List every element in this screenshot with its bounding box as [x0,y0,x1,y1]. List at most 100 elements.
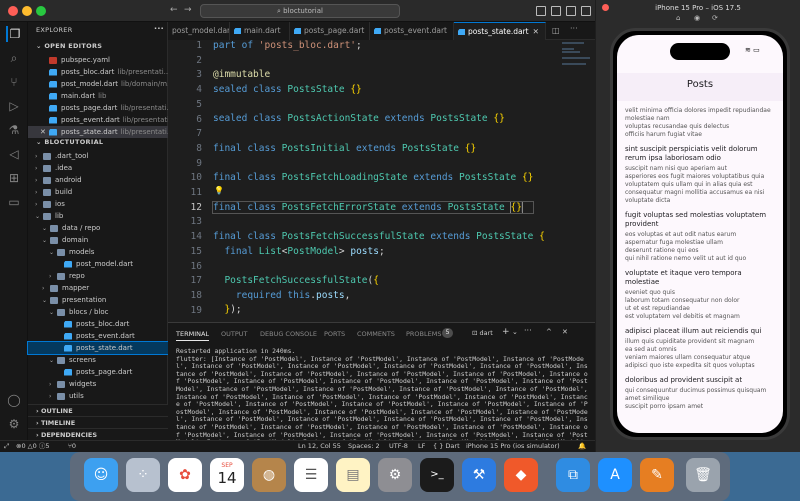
tree-folder[interactable]: › .idea [28,162,168,174]
terminal-icon[interactable]: >_ [420,458,454,492]
app-store-icon[interactable]: A [598,458,632,492]
testing-icon[interactable]: ⚗ [6,122,22,138]
tree-file[interactable]: posts_event.dart [28,330,168,342]
chevron-down-icon[interactable]: ⌄ [512,328,518,336]
tab-comments[interactable]: COMMENTS [357,330,395,338]
open-editors-header[interactable]: ⌄ OPEN EDITORS [36,42,102,50]
open-editor-item[interactable]: posts_bloc.dart lib/presentati... [28,66,168,78]
brave-icon[interactable]: ◆ [504,458,538,492]
forward-arrow-icon[interactable]: → [184,5,192,15]
tab-posts-event[interactable]: posts_event.dart [370,22,454,40]
tree-folder[interactable]: ⌄ screens [28,354,168,366]
photos-icon[interactable]: ✿ [168,458,202,492]
tree-folder[interactable]: › .dart_tool [28,150,168,162]
flutter-icon[interactable]: ◁ [6,146,22,162]
source-control-icon[interactable]: ⑂ [6,74,22,90]
flutter-device[interactable]: iPhone 15 Pro (ios simulator) [466,441,560,452]
rotate-icon[interactable]: ⟳ [712,14,718,22]
notes-icon[interactable]: ▤ [336,458,370,492]
tree-folder[interactable]: › utils [28,390,168,402]
tree-folder[interactable]: › android [28,174,168,186]
run-debug-icon[interactable]: ▷ [6,98,22,114]
tree-file[interactable]: posts_bloc.dart [28,318,168,330]
tree-folder[interactable]: › widgets [28,378,168,390]
post-item[interactable]: doloribus ad provident suscipit at qui co… [625,376,777,411]
home-icon[interactable]: ⌂ [676,14,680,22]
post-item[interactable]: sint suscipit perspiciatis velit dolorum… [625,145,777,205]
tree-folder[interactable]: ⌄ presentation [28,294,168,306]
tree-file[interactable]: posts_page.dart [28,366,168,378]
split-editor-icon[interactable]: ◫ [552,26,560,35]
post-item[interactable]: adipisci placeat illum aut reiciendis qu… [625,327,777,370]
ports-status[interactable]: ⑂0 [68,441,76,452]
more-actions-icon[interactable]: ··· [524,326,532,335]
tree-folder[interactable]: › mapper [28,282,168,294]
tree-folder[interactable]: › ios [28,198,168,210]
more-actions-icon[interactable]: ··· [154,24,164,33]
minimap[interactable] [560,40,595,322]
search-icon[interactable]: ⌕ [6,50,22,66]
tree-folder[interactable]: ⌄ domain [28,234,168,246]
toggle-secondary-sidebar-icon[interactable] [566,6,576,16]
tab-post-model[interactable]: post_model.dart [168,22,230,40]
open-editor-item[interactable]: ✕ posts_state.dartlib/presentati... [28,126,168,138]
close-panel-icon[interactable]: ✕ [562,328,568,336]
trash-icon[interactable]: 🗑 [686,458,720,492]
posts-list[interactable]: velit minima officia dolores impedit rep… [625,105,777,433]
close-window-button[interactable] [8,6,18,16]
tab-main[interactable]: main.dart [230,22,290,40]
tab-terminal[interactable]: TERMINAL [176,330,210,341]
new-terminal-icon[interactable]: + [502,327,510,337]
tree-folder[interactable]: ⌄ models [28,246,168,258]
encoding[interactable]: UTF-8 [389,441,408,452]
terminal-shell-selector[interactable]: ⊡ dart [472,329,493,337]
tree-file[interactable]: post_model.dart [28,258,168,270]
finder-icon[interactable]: ☺ [84,458,118,492]
extensions-icon[interactable]: ⊞ [6,170,22,186]
language-mode[interactable]: { } Dart [433,441,460,452]
remote-indicator-icon[interactable]: ⤢ [4,441,9,452]
remote-explorer-icon[interactable]: ▭ [6,194,22,210]
dependencies-section[interactable]: › DEPENDENCIES [28,428,168,440]
tab-posts-state[interactable]: posts_state.dart ✕ [454,22,546,40]
post-item[interactable]: voluptate et itaque vero tempora molesti… [625,269,777,321]
cursor-position[interactable]: Ln 12, Col 55 [298,441,341,452]
tab-debug-console[interactable]: DEBUG CONSOLE [260,330,317,338]
project-header[interactable]: ⌄ BLOCTUTORIAL [36,138,103,146]
terminal-output[interactable]: Restarted application in 240ms. flutter:… [176,348,591,440]
post-item[interactable]: fugit voluptas sed molestias voluptatem … [625,211,777,263]
close-editor-icon[interactable]: ✕ [40,126,49,138]
toggle-sidebar-icon[interactable] [536,6,546,16]
iphone-screen[interactable]: ≋ ▭ Posts velit minima officia dolores i… [617,35,783,433]
minimize-window-button[interactable] [22,6,32,16]
lightbulb-icon[interactable]: 💡 [214,186,224,195]
open-editor-item[interactable]: main.dart lib [28,90,168,102]
tab-output[interactable]: OUTPUT [221,330,248,338]
code-editor[interactable]: 1 2 3 4 5 6 7 8 9 10 11 12 13 14 15 16 17 18 19 part of 'p… [168,40,595,322]
command-center-search[interactable]: ⌕ bloctutorial [200,4,400,18]
tab-problems[interactable]: PROBLEMS [406,330,441,338]
launchpad-icon[interactable]: ⁘ [126,458,160,492]
outline-section[interactable]: › OUTLINE [28,404,168,416]
tree-file[interactable]: posts_state.dart [27,341,169,355]
more-actions-icon[interactable]: ··· [570,24,578,33]
settings-gear-icon[interactable]: ⚙ [6,416,22,432]
problems-status[interactable]: ⊗0 △0 ⓘ5 [16,441,50,452]
post-item[interactable]: velit minima officia dolores impedit rep… [625,107,777,139]
indentation[interactable]: Spaces: 2 [348,441,380,452]
tree-folder[interactable]: ⌄ lib [28,210,168,222]
screenshot-icon[interactable]: ◉ [694,14,700,22]
notifications-bell-icon[interactable]: 🔔 [578,441,586,452]
contacts-icon[interactable]: ◍ [252,458,286,492]
tree-folder[interactable]: › repo [28,270,168,282]
back-arrow-icon[interactable]: ← [170,5,178,15]
maximize-window-button[interactable] [36,6,46,16]
maximize-panel-icon[interactable]: ^ [546,328,552,336]
calendar-icon[interactable]: SEP 14 [210,458,244,492]
timeline-section[interactable]: › TIMELINE [28,416,168,428]
system-settings-icon[interactable]: ⚙ [378,458,412,492]
keynote-icon[interactable]: ✎ [640,458,674,492]
toggle-panel-icon[interactable] [551,6,561,16]
customize-layout-icon[interactable] [581,6,591,16]
open-editor-item[interactable]: posts_page.dart lib/presentati... [28,102,168,114]
